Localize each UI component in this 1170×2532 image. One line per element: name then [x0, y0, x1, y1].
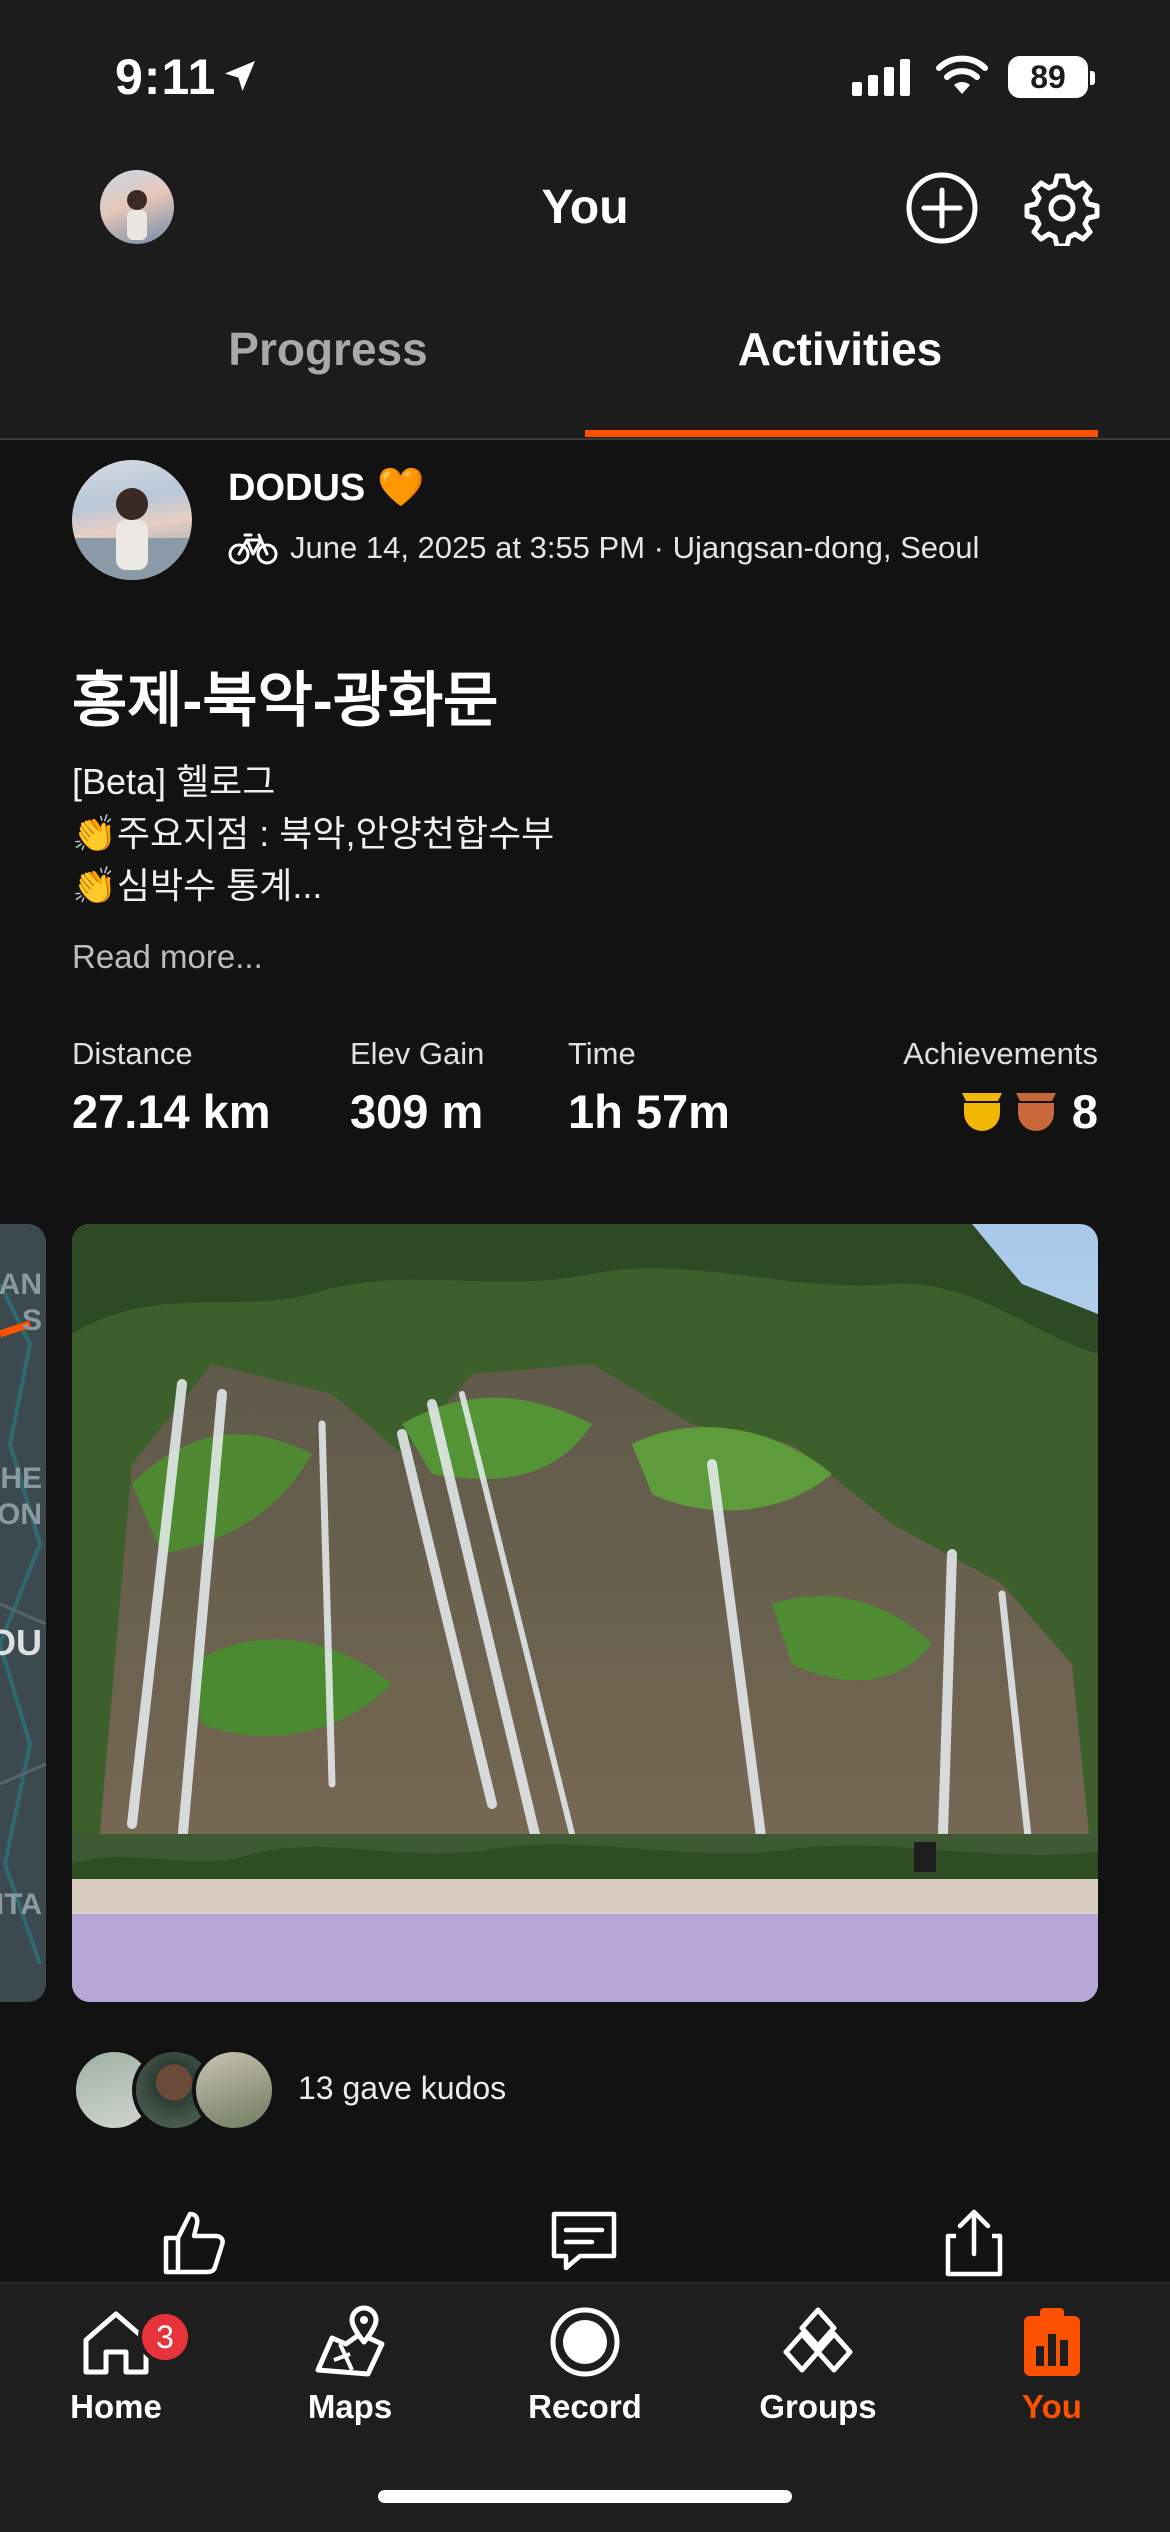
- battery-icon: 89: [1008, 56, 1095, 98]
- nav-label: You: [1022, 2388, 1082, 2425]
- activity-date-location: June 14, 2025 at 3:55 PM · Ujangsan-dong…: [290, 530, 980, 565]
- add-icon[interactable]: [904, 170, 980, 246]
- achievements-count: 8: [1071, 1085, 1098, 1138]
- athlete-avatar[interactable]: [72, 460, 192, 580]
- maps-icon: [315, 2305, 385, 2377]
- bronze-trophy-icon: [1015, 1092, 1056, 1131]
- settings-gear-icon[interactable]: [1024, 170, 1100, 246]
- cellular-signal-icon: [852, 58, 910, 96]
- stat-achievements[interactable]: Achievements 8: [903, 1036, 1098, 1139]
- nav-label: Maps: [307, 2388, 393, 2425]
- groups-icon: [783, 2307, 853, 2373]
- record-icon: [550, 2307, 620, 2377]
- nav-maps[interactable]: Maps: [250, 2304, 450, 2426]
- activity-description: [Beta] 헬로그 👏주요지점 : 북악,안양천합수부 👏심박수 통계...: [72, 756, 554, 912]
- status-bar: 9:11 89: [0, 0, 1170, 150]
- activity-title[interactable]: 홍제-북악-광화문: [72, 652, 498, 739]
- page-title: You: [541, 181, 629, 234]
- athlete-name[interactable]: DODUS 🧡: [228, 466, 425, 510]
- map-label: OU: [0, 1622, 42, 1663]
- stat-value: 309 m: [350, 1085, 484, 1138]
- activity-meta: June 14, 2025 at 3:55 PM · Ujangsan-dong…: [228, 530, 979, 566]
- thumbs-up-icon[interactable]: [156, 2204, 232, 2280]
- athlete-name-text: DODUS: [228, 466, 366, 509]
- location-arrow-icon: [225, 61, 255, 91]
- orange-heart-icon: 🧡: [377, 467, 425, 509]
- map-label: ON: [0, 1498, 42, 1531]
- nav-you[interactable]: You: [952, 2304, 1152, 2426]
- stat-time: Time 1h 57m: [568, 1036, 730, 1139]
- map-label: S: [21, 1304, 42, 1337]
- nav-groups[interactable]: Groups: [718, 2304, 918, 2426]
- comment-icon[interactable]: [546, 2204, 622, 2280]
- stat-value: 27.14 km: [72, 1085, 271, 1138]
- home-indicator[interactable]: [378, 2490, 792, 2503]
- nav-home[interactable]: 3 Home: [16, 2304, 216, 2426]
- map-label: HAN: [0, 1268, 42, 1301]
- activity-photo[interactable]: [72, 1224, 1098, 2002]
- bike-icon: [228, 533, 278, 565]
- nav-label: Home: [70, 2388, 162, 2425]
- map-label: ITA: [0, 1888, 42, 1921]
- status-time: 9:11: [115, 49, 217, 105]
- stat-distance: Distance 27.14 km: [72, 1036, 271, 1139]
- description-line: 👏심박수 통계...: [72, 865, 323, 906]
- notification-badge: 3: [138, 2310, 192, 2364]
- stat-value: 1h 57m: [568, 1085, 730, 1138]
- you-clipboard-icon: [1024, 2308, 1080, 2376]
- stat-label: Achievements: [903, 1036, 1098, 1071]
- stat-label: Time: [568, 1036, 636, 1071]
- nav-label: Groups: [759, 2388, 877, 2425]
- stat-elev-gain: Elev Gain 309 m: [350, 1036, 484, 1139]
- nav-record[interactable]: Record: [485, 2304, 685, 2426]
- share-icon[interactable]: [936, 2204, 1012, 2280]
- tab-active-indicator: [585, 430, 1098, 437]
- read-more-link[interactable]: Read more...: [72, 938, 263, 976]
- stat-label: Distance: [72, 1036, 193, 1071]
- kudos-avatars[interactable]: [72, 2048, 282, 2132]
- route-map-thumbnail[interactable]: HAN S HE ON OU ITA: [0, 1224, 46, 2002]
- activity-feed[interactable]: DODUS 🧡 June 14, 2025 at 3:55 PM · Ujang…: [0, 440, 1170, 2282]
- gold-trophy-icon: [961, 1092, 1002, 1131]
- description-line: [Beta] 헬로그: [72, 761, 276, 802]
- wifi-icon: [936, 55, 988, 94]
- map-label: HE: [0, 1462, 42, 1495]
- tab-activities[interactable]: Activities: [585, 322, 1095, 376]
- description-line: 👏주요지점 : 북악,안양천합수부: [72, 813, 555, 854]
- kudo-avatar: [192, 2048, 276, 2132]
- kudos-count[interactable]: 13 gave kudos: [298, 2070, 506, 2107]
- tab-progress[interactable]: Progress: [73, 322, 583, 376]
- nav-label: Record: [528, 2388, 642, 2425]
- app-header: You Progress Activities: [0, 150, 1170, 440]
- stat-label: Elev Gain: [350, 1036, 485, 1071]
